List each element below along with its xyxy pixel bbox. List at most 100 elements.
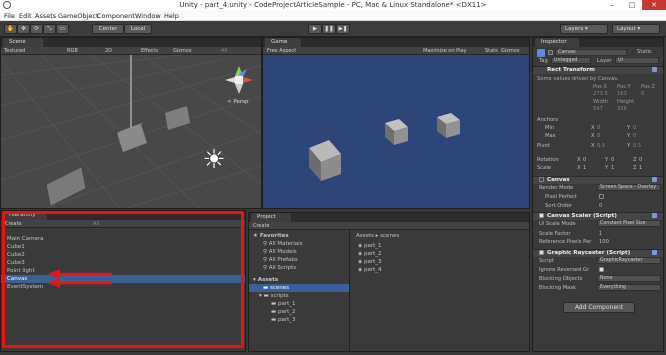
scale-y-value[interactable]: 1: [611, 165, 614, 171]
raycaster-enabled-checkbox[interactable]: [539, 250, 544, 255]
breadcrumb-scenes[interactable]: scenes: [380, 233, 399, 239]
menu-gameobject[interactable]: GameObject: [58, 12, 99, 20]
menu-help[interactable]: Help: [164, 12, 179, 20]
tab-scene[interactable]: Scene: [3, 38, 43, 47]
game-viewport[interactable]: [263, 55, 529, 208]
width-value[interactable]: 547: [593, 106, 603, 112]
tab-game[interactable]: Game: [265, 38, 301, 47]
tab-project[interactable]: Project: [251, 213, 291, 222]
menu-component[interactable]: Component: [97, 12, 135, 20]
scaler-enabled-checkbox[interactable]: [539, 213, 544, 218]
gear-icon[interactable]: [652, 213, 657, 218]
graphic-raycaster-header[interactable]: Graphic Raycaster (Script): [533, 249, 663, 257]
layers-dropdown[interactable]: Layers ▾: [560, 24, 608, 34]
object-name-field[interactable]: Canvas: [555, 49, 627, 56]
rgb-dropdown[interactable]: RGB: [67, 48, 78, 54]
effects-dropdown[interactable]: Effects: [141, 48, 158, 54]
move-tool-button[interactable]: ✥: [17, 24, 30, 34]
minimize-button[interactable]: –: [602, 0, 622, 10]
maximize-on-play-toggle[interactable]: Maximize on Play: [423, 48, 467, 54]
menu-assets[interactable]: Assets: [35, 12, 56, 20]
rot-x-value[interactable]: 0: [583, 157, 586, 163]
pivot-local-button[interactable]: Local: [124, 24, 152, 34]
render-mode-dropdown[interactable]: Screen Space - Overlay: [597, 184, 661, 191]
scale-tool-button[interactable]: ⤡: [43, 24, 56, 34]
min-y-value[interactable]: 0: [633, 125, 636, 131]
folder-part-2[interactable]: ▬ part_2: [249, 308, 349, 316]
folder-scenes[interactable]: ▬ scenes: [249, 284, 349, 292]
folder-part-1[interactable]: ▬ part_1: [249, 300, 349, 308]
scale-x-value[interactable]: 1: [583, 165, 586, 171]
close-button[interactable]: ✕: [642, 0, 666, 10]
favorite-all-materials[interactable]: ⚲ All Materials: [249, 240, 349, 248]
scene-gizmo-icon[interactable]: [219, 60, 259, 100]
ref-ppu-value[interactable]: 100: [599, 239, 609, 245]
layer-dropdown[interactable]: UI: [615, 57, 659, 64]
max-x-value[interactable]: 0: [597, 133, 600, 139]
pivot-center-button[interactable]: Center: [92, 24, 124, 34]
breadcrumb-assets[interactable]: Assets: [356, 233, 374, 239]
folder-scripts[interactable]: ▾ ▬ scripts: [249, 292, 349, 300]
scene-file-part-1[interactable]: ◈ part_1: [350, 242, 530, 250]
scene-file-part-3[interactable]: ◈ part_3: [350, 258, 530, 266]
menu-edit[interactable]: Edit: [19, 12, 32, 20]
favorite-all-scripts[interactable]: ⚲ All Scripts: [249, 264, 349, 272]
scene-gizmos-dropdown[interactable]: Gizmos: [173, 48, 191, 54]
canvas-scaler-header[interactable]: Canvas Scaler (Script): [533, 212, 663, 220]
menu-file[interactable]: File: [4, 12, 15, 20]
play-button[interactable]: ▶: [308, 24, 322, 34]
add-component-button[interactable]: Add Component: [563, 302, 635, 313]
min-x-value[interactable]: 0: [597, 125, 600, 131]
mode-2d-toggle[interactable]: 2D: [105, 48, 112, 54]
static-toggle[interactable]: Static: [637, 49, 652, 55]
step-button[interactable]: ▶❚: [336, 24, 350, 34]
scene-file-part-4[interactable]: ◈ part_4: [350, 266, 530, 274]
assets-folder[interactable]: ▾ Assets: [249, 276, 349, 284]
scene-file-part-2[interactable]: ◈ part_2: [350, 250, 530, 258]
ui-scale-mode-dropdown[interactable]: Constant Pixel Size: [597, 220, 661, 227]
maximize-button[interactable]: □: [622, 0, 642, 10]
max-y-value[interactable]: 0: [633, 133, 636, 139]
rect-transform-header[interactable]: Rect Transform: [533, 66, 663, 74]
favorite-all-prefabs[interactable]: ⚲ All Prefabs: [249, 256, 349, 264]
height-value[interactable]: 326: [617, 106, 627, 112]
menu-window[interactable]: Window: [135, 12, 161, 20]
pause-button[interactable]: ❚❚: [322, 24, 336, 34]
scene-viewport[interactable]: ☀ < Persp: [1, 55, 261, 208]
rot-y-value[interactable]: 0: [611, 157, 614, 163]
favorites-header[interactable]: ★ Favorites: [249, 232, 349, 240]
tag-dropdown[interactable]: Untagged: [551, 57, 591, 64]
folder-part-3[interactable]: ▬ part_3: [249, 316, 349, 324]
scale-factor-value[interactable]: 1: [599, 231, 602, 237]
favorite-all-models[interactable]: ⚲ All Models: [249, 248, 349, 256]
canvas-enabled-checkbox[interactable]: [539, 177, 544, 182]
game-gizmos-dropdown[interactable]: Gizmos: [501, 48, 519, 54]
ignore-reversed-checkbox[interactable]: [599, 267, 604, 272]
pivot-y-value[interactable]: 0.5: [633, 143, 641, 149]
tab-inspector[interactable]: Inspector: [535, 38, 579, 47]
blocking-mask-dropdown[interactable]: Everything: [597, 284, 661, 291]
hand-tool-button[interactable]: ✋: [4, 24, 17, 34]
pos-z-value[interactable]: 0: [641, 91, 644, 97]
shading-mode-dropdown[interactable]: Textured: [4, 48, 25, 54]
gear-icon[interactable]: [652, 67, 657, 72]
active-checkbox[interactable]: [548, 50, 553, 55]
light-icon[interactable]: ☀: [199, 145, 229, 175]
aspect-dropdown[interactable]: Free Aspect: [267, 48, 296, 54]
pos-y-value[interactable]: 163: [617, 91, 627, 97]
sort-order-value[interactable]: 0: [599, 203, 602, 209]
blocking-objects-dropdown[interactable]: None: [597, 275, 661, 282]
anchors-label[interactable]: Anchors: [537, 117, 558, 123]
canvas-component-header[interactable]: Canvas: [533, 176, 663, 184]
rect-tool-button[interactable]: ▭: [56, 24, 69, 34]
project-create-dropdown[interactable]: Create: [253, 223, 270, 229]
pivot-x-value[interactable]: 0.5: [597, 143, 605, 149]
script-field[interactable]: GraphicRaycaster: [597, 257, 661, 264]
rotate-tool-button[interactable]: ⟳: [30, 24, 43, 34]
pos-x-value[interactable]: 273.5: [593, 91, 608, 97]
gear-icon[interactable]: [652, 177, 657, 182]
stats-toggle[interactable]: Stats: [485, 48, 498, 54]
scene-search-input[interactable]: All: [221, 48, 227, 54]
pixel-perfect-checkbox[interactable]: [599, 194, 604, 199]
gear-icon[interactable]: [652, 250, 657, 255]
